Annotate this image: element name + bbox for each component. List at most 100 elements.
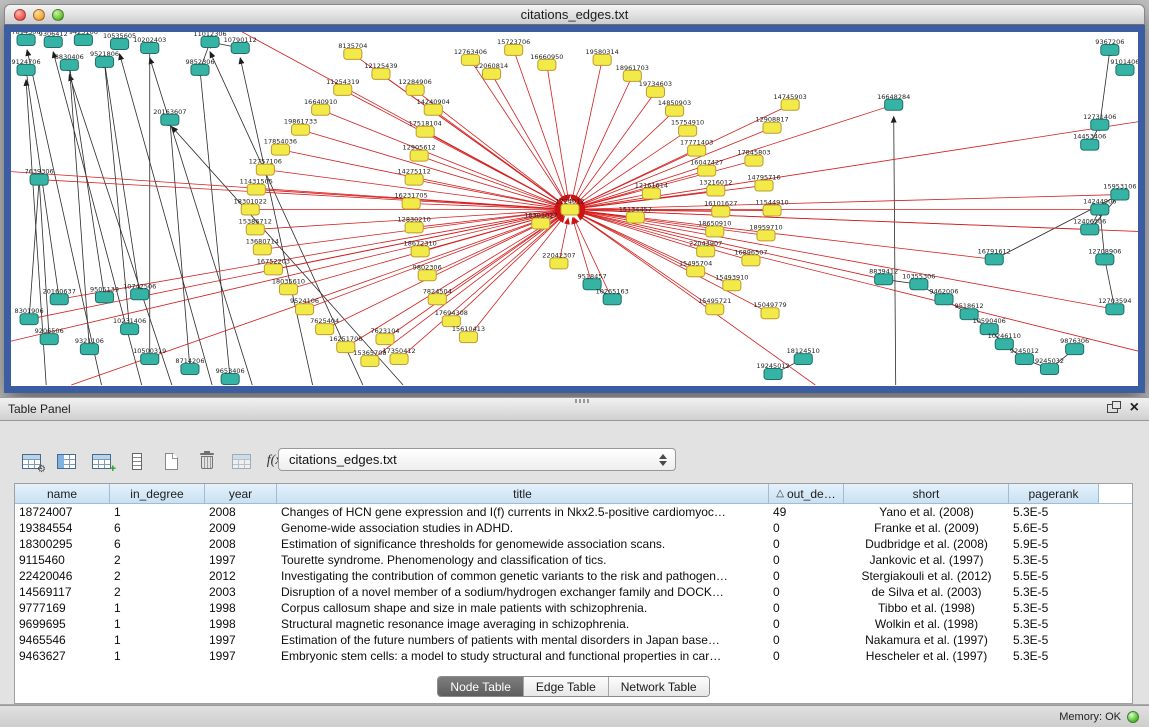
graph-node-teal[interactable] xyxy=(1015,354,1033,365)
graph-node-yellow[interactable] xyxy=(745,155,763,166)
cell-pagerank[interactable]: 5.3E-5 xyxy=(1009,552,1099,568)
cell-short[interactable]: Wolkin et al. (1998) xyxy=(844,616,1009,632)
cell-in_degree[interactable]: 6 xyxy=(110,536,205,552)
minimize-window-button[interactable] xyxy=(33,9,45,21)
cell-year[interactable]: 1998 xyxy=(205,616,277,632)
cell-year[interactable]: 1997 xyxy=(205,552,277,568)
graph-node-yellow[interactable] xyxy=(761,308,779,319)
cell-out_degree[interactable]: 0 xyxy=(769,632,844,648)
table-row[interactable]: 946554611997Estimation of the future num… xyxy=(15,632,1132,648)
cell-pagerank[interactable]: 5.3E-5 xyxy=(1009,632,1099,648)
graph-node-teal[interactable] xyxy=(1081,224,1099,235)
graph-node-teal[interactable] xyxy=(1106,304,1124,315)
edge[interactable] xyxy=(301,130,562,207)
cell-name[interactable]: 9777169 xyxy=(15,600,110,616)
graph-node-yellow[interactable] xyxy=(344,48,362,59)
cell-name[interactable]: 18300295 xyxy=(15,536,110,552)
graph-node-teal[interactable] xyxy=(221,374,239,385)
cell-title[interactable]: Corpus callosum shape and size in male p… xyxy=(277,600,769,616)
graph-node-yellow[interactable] xyxy=(687,266,705,277)
graph-node-yellow[interactable] xyxy=(411,246,429,257)
splitter-grip[interactable] xyxy=(575,399,589,403)
graph-node-yellow[interactable] xyxy=(312,104,330,115)
graph-node-yellow[interactable] xyxy=(763,122,781,133)
cell-out_degree[interactable]: 0 xyxy=(769,520,844,536)
graph-node-yellow[interactable] xyxy=(461,54,479,65)
graph-node-yellow[interactable] xyxy=(742,255,760,266)
table-row[interactable]: 1872400712008Changes of HCN gene express… xyxy=(15,504,1132,520)
cell-out_degree[interactable]: 0 xyxy=(769,568,844,584)
graph-node-yellow[interactable] xyxy=(505,44,523,55)
edge[interactable] xyxy=(577,131,687,205)
cell-year[interactable]: 2008 xyxy=(205,504,277,520)
graph-node-teal[interactable] xyxy=(1096,254,1114,265)
column-header-name[interactable]: name xyxy=(15,484,110,504)
cell-short[interactable]: Jankovic et al. (1997) xyxy=(844,552,1009,568)
cell-out_degree[interactable]: 0 xyxy=(769,648,844,664)
graph-node-teal[interactable] xyxy=(121,324,139,335)
graph-node-teal[interactable] xyxy=(60,59,78,70)
graph-node-yellow[interactable] xyxy=(256,164,274,175)
cell-year[interactable]: 2009 xyxy=(205,520,277,536)
cell-in_degree[interactable]: 2 xyxy=(110,584,205,600)
graph-node-teal[interactable] xyxy=(985,254,1003,265)
table-row[interactable]: 1456911722003Disruption of a novel membe… xyxy=(15,584,1132,600)
graph-node-teal[interactable] xyxy=(1091,204,1109,215)
edge[interactable] xyxy=(579,211,1115,309)
graph-node-yellow[interactable] xyxy=(538,59,556,70)
cell-in_degree[interactable]: 1 xyxy=(110,600,205,616)
cell-out_degree[interactable]: 0 xyxy=(769,552,844,568)
graph-node-yellow[interactable] xyxy=(418,270,436,281)
table-row[interactable]: 911546021997Tourette syndrome. Phenomeno… xyxy=(15,552,1132,568)
cell-title[interactable]: Estimation of the future numbers of pati… xyxy=(277,632,769,648)
cell-pagerank[interactable]: 5.3E-5 xyxy=(1009,616,1099,632)
graph-node-yellow[interactable] xyxy=(405,174,423,185)
graph-node-yellow[interactable] xyxy=(406,84,424,95)
graph-node-teal[interactable] xyxy=(44,36,62,47)
cell-pagerank[interactable]: 5.3E-5 xyxy=(1009,584,1099,600)
graph-node-yellow[interactable] xyxy=(712,206,730,217)
graph-node-teal[interactable] xyxy=(201,36,219,47)
graph-node-yellow[interactable] xyxy=(296,304,314,315)
column-visibility-button[interactable] xyxy=(51,447,82,475)
cell-short[interactable]: Hescheler et al. (1997) xyxy=(844,648,1009,664)
graph-node-teal[interactable] xyxy=(794,354,812,365)
table-combobox[interactable]: citations_edges.txt xyxy=(278,448,676,471)
cell-name[interactable]: 19384554 xyxy=(15,520,110,536)
edge[interactable] xyxy=(172,127,403,385)
cell-in_degree[interactable]: 1 xyxy=(110,504,205,520)
network-canvas[interactable]: 7894306930641294251061053560510202403912… xyxy=(11,32,1138,386)
cell-year[interactable]: 2012 xyxy=(205,568,277,584)
graph-node-yellow[interactable] xyxy=(550,258,568,269)
graph-node-yellow[interactable] xyxy=(279,284,297,295)
graph-node-teal[interactable] xyxy=(1116,64,1134,75)
edge[interactable] xyxy=(433,110,562,204)
cell-title[interactable]: Embryonic stem cells: a model to study s… xyxy=(277,648,769,664)
cell-name[interactable]: 9115460 xyxy=(15,552,110,568)
graph-node-teal[interactable] xyxy=(875,274,893,285)
cell-out_degree[interactable]: 0 xyxy=(769,584,844,600)
close-window-button[interactable] xyxy=(14,9,26,21)
graph-node-yellow[interactable] xyxy=(416,126,434,137)
graph-node-yellow[interactable] xyxy=(593,54,611,65)
graph-node-yellow[interactable] xyxy=(253,244,271,255)
graph-node-teal[interactable] xyxy=(95,292,113,303)
cell-title[interactable]: Investigating the contribution of common… xyxy=(277,568,769,584)
cell-year[interactable]: 2003 xyxy=(205,584,277,600)
graph-node-yellow[interactable] xyxy=(264,264,282,275)
cell-short[interactable]: de Silva et al. (2003) xyxy=(844,584,1009,600)
graph-node-yellow[interactable] xyxy=(390,354,408,365)
graph-node-yellow[interactable] xyxy=(763,205,781,216)
column-header-pagerank[interactable]: pagerank xyxy=(1009,484,1099,504)
memory-ok-icon[interactable] xyxy=(1127,711,1139,723)
graph-node-yellow[interactable] xyxy=(410,150,428,161)
tab-node-table[interactable]: Node Table xyxy=(438,677,523,696)
graph-node-teal[interactable] xyxy=(80,344,98,355)
graph-node-yellow[interactable] xyxy=(706,226,724,237)
cell-title[interactable]: Estimation of significance thresholds fo… xyxy=(277,536,769,552)
graph-node-teal[interactable] xyxy=(910,279,928,290)
cell-short[interactable]: Dudbridge et al. (2008) xyxy=(844,536,1009,552)
cell-short[interactable]: Stergiakouli et al. (2012) xyxy=(844,568,1009,584)
delete-table-button[interactable] xyxy=(226,447,257,475)
graph-node-yellow[interactable] xyxy=(706,304,724,315)
